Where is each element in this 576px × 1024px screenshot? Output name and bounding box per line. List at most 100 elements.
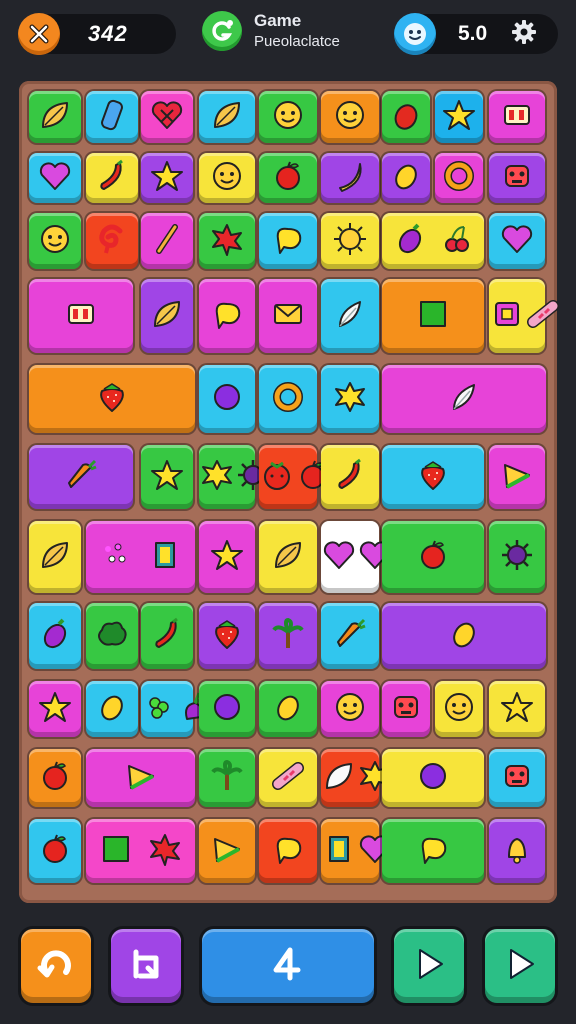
close-icon[interactable] bbox=[18, 13, 60, 55]
tile-r11c2[interactable] bbox=[321, 819, 391, 883]
tile-r4c2[interactable] bbox=[141, 279, 193, 353]
tile-r2c3[interactable] bbox=[141, 153, 193, 203]
tile-r9c8[interactable] bbox=[86, 749, 195, 807]
tile-r3c1[interactable] bbox=[29, 213, 81, 269]
tile-r7c4[interactable] bbox=[489, 521, 545, 593]
tile-r1c1[interactable] bbox=[29, 91, 81, 143]
tile-r1c8[interactable] bbox=[435, 91, 483, 143]
tile-r4c3[interactable] bbox=[199, 279, 255, 353]
tile-r5c4[interactable] bbox=[382, 365, 546, 433]
tile-r5c2[interactable] bbox=[259, 365, 317, 433]
tile-r6c3[interactable] bbox=[382, 445, 484, 509]
tile-r11c1[interactable] bbox=[259, 819, 317, 883]
tile-r1c7[interactable] bbox=[382, 91, 430, 143]
tile-r9c4[interactable] bbox=[382, 681, 430, 737]
tile-r7c1[interactable] bbox=[259, 521, 317, 593]
tile-r5c1[interactable] bbox=[199, 365, 255, 433]
tile-r10c1[interactable] bbox=[259, 749, 317, 807]
tile-r2c8[interactable] bbox=[435, 153, 483, 203]
tile-r9c3[interactable] bbox=[321, 681, 379, 737]
tile-r1c6[interactable] bbox=[321, 91, 379, 143]
tile-r4c6[interactable] bbox=[382, 279, 484, 353]
tile-r10c4[interactable] bbox=[489, 749, 545, 807]
tile-r9c5[interactable] bbox=[435, 681, 483, 737]
next-button[interactable] bbox=[485, 929, 555, 1003]
tile-r2c7[interactable] bbox=[382, 153, 430, 203]
undo-button[interactable] bbox=[21, 929, 91, 1003]
tile-r9c1[interactable] bbox=[199, 681, 255, 737]
tile-r6c6[interactable] bbox=[86, 521, 195, 593]
tile-board bbox=[19, 81, 559, 903]
tile-r2c6[interactable] bbox=[321, 153, 379, 203]
tile-r6c2[interactable] bbox=[321, 445, 379, 509]
play-button[interactable] bbox=[394, 929, 464, 1003]
tile-r2c2[interactable] bbox=[86, 153, 138, 203]
tile-r7c7[interactable] bbox=[141, 603, 193, 669]
tile-r3c8[interactable] bbox=[489, 213, 545, 269]
hint-button[interactable] bbox=[202, 929, 374, 1003]
tile-r6c7[interactable] bbox=[199, 521, 255, 593]
tile-r10c5[interactable] bbox=[29, 819, 81, 883]
tile-r1c5[interactable] bbox=[259, 91, 317, 143]
tile-r8c2[interactable] bbox=[259, 603, 317, 669]
tile-r3c7[interactable] bbox=[382, 213, 484, 269]
tile-r7c3[interactable] bbox=[382, 521, 484, 593]
tile-r2c1[interactable] bbox=[29, 153, 81, 203]
tile-r1c3[interactable] bbox=[141, 91, 193, 143]
tile-r6c1[interactable] bbox=[259, 445, 325, 509]
tile-r5c5[interactable] bbox=[29, 445, 133, 509]
gear-icon[interactable] bbox=[511, 19, 537, 50]
tile-r3c2[interactable] bbox=[86, 213, 138, 269]
tile-r2c9[interactable] bbox=[489, 153, 545, 203]
tile-r2c4[interactable] bbox=[199, 153, 255, 203]
tile-r3c5[interactable] bbox=[259, 213, 317, 269]
tile-r3c6[interactable] bbox=[321, 213, 379, 269]
tile-r10c7[interactable] bbox=[199, 819, 255, 883]
tile-r1c4[interactable] bbox=[199, 91, 255, 143]
tile-r7c6[interactable] bbox=[86, 603, 138, 669]
tile-r10c2[interactable] bbox=[321, 749, 390, 807]
tile-r9c9[interactable] bbox=[199, 749, 255, 807]
tile-r9c2[interactable] bbox=[259, 681, 317, 737]
tile-r2c5[interactable] bbox=[259, 153, 317, 203]
shuffle-button[interactable] bbox=[111, 929, 181, 1003]
tile-r5c7[interactable] bbox=[199, 445, 268, 509]
leaf-icon bbox=[37, 97, 73, 138]
box-icon bbox=[499, 97, 535, 138]
tile-r8c5[interactable] bbox=[29, 681, 81, 737]
tile-r3c4[interactable] bbox=[199, 213, 255, 269]
dot-icon bbox=[209, 689, 245, 730]
square-icon bbox=[98, 831, 134, 872]
smiley-face-icon[interactable] bbox=[394, 13, 436, 55]
tile-r7c5[interactable] bbox=[29, 603, 81, 669]
tile-r9c7[interactable] bbox=[29, 749, 81, 807]
tile-r4c8[interactable] bbox=[29, 365, 195, 433]
tile-r6c5[interactable] bbox=[29, 521, 81, 593]
palm-icon bbox=[270, 616, 306, 657]
tile-r4c5[interactable] bbox=[321, 279, 379, 353]
tile-r5c3[interactable] bbox=[321, 365, 379, 433]
blob-icon bbox=[270, 221, 306, 262]
tile-r1c2[interactable] bbox=[86, 91, 138, 143]
robot-icon bbox=[499, 158, 535, 199]
tile-r10c6[interactable] bbox=[86, 819, 195, 883]
tile-r7c2[interactable] bbox=[321, 521, 391, 593]
tile-r10c3[interactable] bbox=[382, 749, 484, 807]
tile-r4c1[interactable] bbox=[29, 279, 133, 353]
tile-r4c7[interactable] bbox=[489, 279, 559, 353]
tile-r1c9[interactable] bbox=[489, 91, 545, 143]
tile-r11c4[interactable] bbox=[489, 819, 545, 883]
tile-r3c3[interactable] bbox=[141, 213, 193, 269]
tile-r8c7[interactable] bbox=[141, 681, 206, 737]
tile-r8c4[interactable] bbox=[382, 603, 546, 669]
heart-x-icon bbox=[149, 97, 185, 138]
tile-r6c4[interactable] bbox=[489, 445, 545, 509]
tile-r5c6[interactable] bbox=[141, 445, 193, 509]
tile-r8c3[interactable] bbox=[321, 603, 379, 669]
slice-icon bbox=[499, 457, 535, 498]
tile-r4c4[interactable] bbox=[259, 279, 317, 353]
tile-r11c3[interactable] bbox=[382, 819, 484, 883]
tile-r8c6[interactable] bbox=[86, 681, 138, 737]
tile-r9c6[interactable] bbox=[489, 681, 545, 737]
tile-r8c1[interactable] bbox=[199, 603, 255, 669]
